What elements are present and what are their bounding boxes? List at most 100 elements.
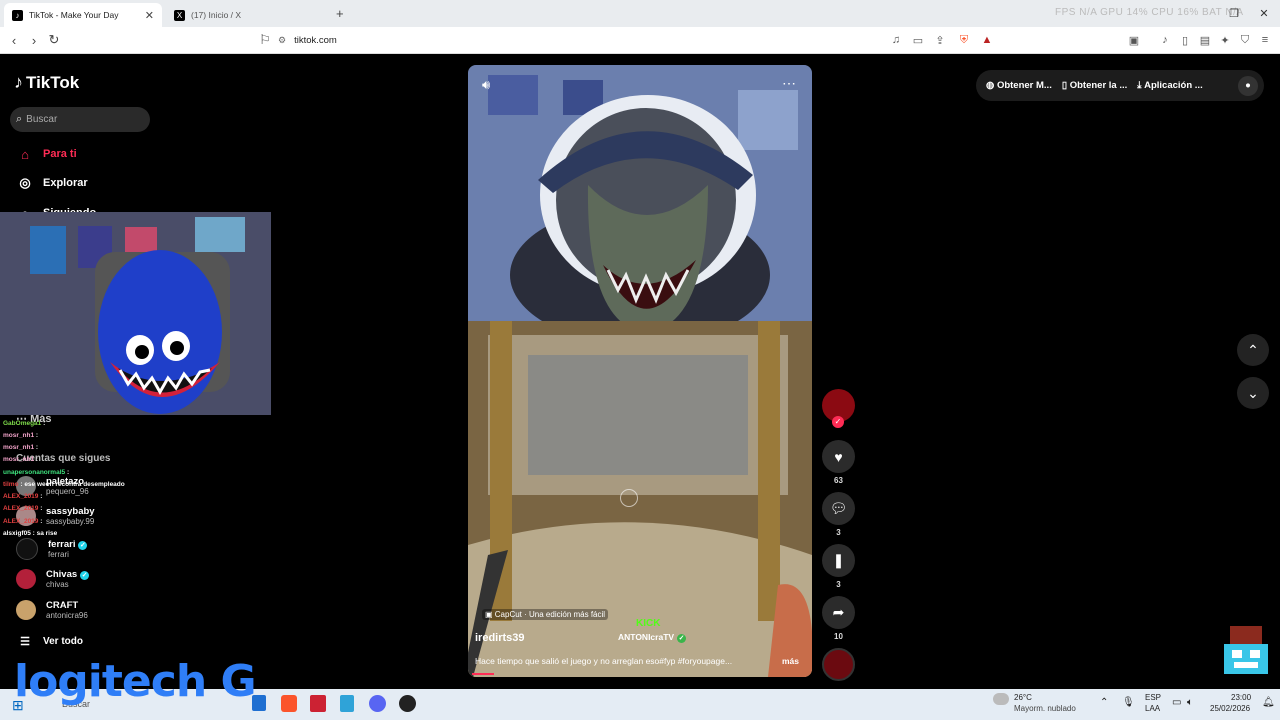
site-settings-icon[interactable]: ⚙ [278,35,286,46]
pc-app-button[interactable]: ⤓ Aplicación ... [1137,80,1202,91]
verified-icon: ✓ [78,541,88,550]
account-name: sassybaby [46,506,95,517]
previous-video-button[interactable]: ⌃ [1237,334,1269,366]
chat-user: ALEX_2019 [3,493,39,500]
layout-code[interactable]: LAA [1145,704,1160,713]
back-icon[interactable]: ‹ [5,31,23,49]
webcam-image [0,212,271,415]
caption-more-button[interactable]: más [782,656,799,666]
mascot-overlay [1224,626,1268,674]
tab-tiktok[interactable]: ♪ TikTok - Make Your Day ✕ [4,3,162,27]
brave-rewards-icon[interactable]: ▲ [979,32,995,48]
close-window-icon[interactable]: ✕ [1254,4,1274,22]
app-icon[interactable] [310,695,326,712]
weather-icon[interactable] [993,693,1009,705]
tiktok-note-icon: ♪ [14,72,23,92]
discord-icon[interactable] [369,695,386,712]
nav-for-you[interactable]: ⌂ Para ti [16,144,77,164]
chat-user: GabOmega1 [3,420,42,427]
restore-icon[interactable]: ❐ [1224,4,1244,22]
brave-shield-icon[interactable]: ⛨ [956,32,972,48]
nav-explore[interactable]: ◎ Explorar [16,173,87,193]
compass-icon: ◎ [19,175,31,190]
next-video-button[interactable]: ⌄ [1237,377,1269,409]
network-icon[interactable]: ▭ [1172,697,1181,708]
tab-title: TikTok - Make Your Day [29,10,119,20]
volume-muted-icon[interactable]: 🔈︎ [1187,697,1193,708]
tiktok-logo[interactable]: ♪ TikTok [14,72,79,93]
video-caption: Hace tiempo que salió el juego y no arre… [475,656,732,666]
avatar [16,600,36,620]
bookmark-icon[interactable]: ⚐ [256,31,274,49]
menu-icon[interactable]: ≡ [1257,32,1273,48]
clock-date[interactable]: 25/02/2026 [1210,704,1250,713]
clock-time[interactable]: 23:00 [1231,693,1251,702]
follow-icon[interactable]: ✓ [832,416,844,428]
profile-avatar[interactable]: ● [1238,75,1258,96]
lang-code[interactable]: ESP [1145,693,1161,702]
verified-icon: ✓ [677,634,687,643]
music-disc-icon[interactable] [822,648,855,681]
microphone-icon[interactable]: 🎙︎ [1122,697,1135,708]
search-placeholder: Buscar [26,114,58,125]
nav-label: Para ti [43,148,77,160]
save-count: 3 [836,580,841,589]
mute-icon[interactable]: ♫ [888,32,904,48]
sidebar-icon[interactable]: ▯ [1177,32,1193,48]
phone-icon: ▯ [1061,80,1070,91]
chat-message: GabOmega1 : [3,420,46,427]
more-options-icon[interactable]: ⋯ [782,75,796,92]
notepad-icon[interactable] [340,695,354,712]
logitech-logo: logitech G [14,656,257,707]
chat-user: mosr_nh1 [3,432,35,439]
see-all-link[interactable]: ☰ Ver todo [16,631,83,651]
leo-icon[interactable]: ✦ [1217,32,1233,48]
account-handle: antonicra96 [46,611,88,620]
capcut-label[interactable]: ▣ CapCut · Una edición más fácil [482,609,609,620]
tray-arrow-icon[interactable]: ⌃ [1100,697,1108,708]
reload-icon[interactable]: ↻ [45,31,63,49]
tab-x[interactable]: X (17) Inicio / X [166,3,324,27]
close-icon[interactable]: ✕ [145,9,154,22]
verified-icon: ✓ [80,571,90,580]
chat-message: mosr_nh1 : [3,456,39,463]
notification-icon[interactable]: 🔔︎ [1262,697,1275,708]
crosshair-icon [620,489,638,507]
coin-icon: ◍ [986,80,997,91]
bookmark-icon[interactable]: ❚ [822,544,855,577]
account-item[interactable]: Chivas ✓ chivas [16,569,90,589]
download-icon: ⤓ [1137,80,1145,91]
brave-taskbar-icon[interactable] [281,695,297,712]
get-coins-button[interactable]: ◍ Obtener M... [986,80,1052,91]
vpn-icon[interactable]: ⛉ [1237,32,1253,48]
video-player[interactable]: 🔊︎ ⋯ ▣ CapCut · Una edición más fácil KI… [468,65,812,677]
kick-channel-name: ANTONIcraTV [618,632,675,642]
wallet-icon[interactable]: ▤ [1197,32,1213,48]
media-icon[interactable]: ♪ [1157,32,1173,48]
capcut-text: CapCut · Una edición más fácil [494,610,606,619]
get-app-button[interactable]: ▯ Obtener la ... [1062,80,1127,91]
progress-bar[interactable] [472,673,494,675]
video-author[interactable]: iredirts39 [475,632,525,644]
chat-message: ALEX_2019 : [3,505,43,512]
search-input[interactable]: ⌕ Buscar [10,107,150,132]
see-all-label: Ver todo [43,635,84,647]
share-icon[interactable]: ➦ [822,596,855,629]
chat-message: tilmo : ese weon recontra desempleado [3,481,125,488]
like-icon[interactable]: ♥ [822,440,855,473]
share-icon[interactable]: ⇪ [932,32,948,48]
comment-icon[interactable]: 💬︎ [822,492,855,525]
top-actions: ◍ Obtener M... ▯ Obtener la ... ⤓ Aplica… [976,70,1264,101]
account-item[interactable]: ferrari ✓ ferrari [16,538,88,560]
cast-icon[interactable]: ▭ [910,32,926,48]
new-tab-button[interactable]: + [336,6,344,21]
button-label: Obtener M... [996,80,1052,91]
weather-desc: Mayorm. nublado [1014,704,1076,713]
chat-message: mosr_nh1 : [3,444,39,451]
obs-icon[interactable] [399,695,416,712]
tiktok-favicon-icon: ♪ [12,9,23,21]
volume-icon[interactable]: 🔊︎ [482,77,490,93]
reader-icon[interactable]: ▣ [1126,32,1142,48]
forward-icon[interactable]: › [25,31,43,49]
account-item[interactable]: CRAFT antonicra96 [16,600,88,620]
